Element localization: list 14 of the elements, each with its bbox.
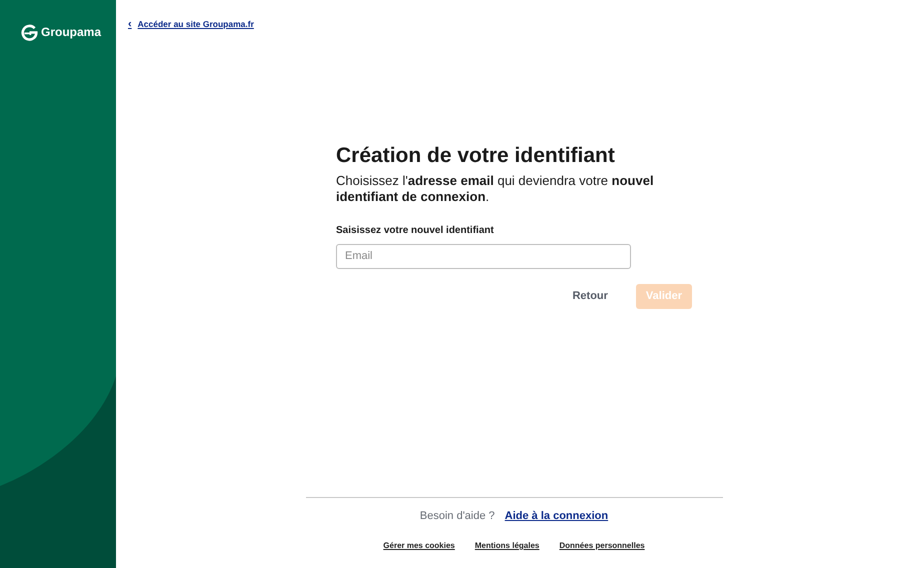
- page-title: Création de votre identifiant: [336, 142, 616, 168]
- field-label: Saisissez votre nouvel identifiant: [336, 224, 495, 238]
- help-link[interactable]: Aide à la connexion: [504, 508, 608, 524]
- description: Choisissez l'adresse email qui deviendra votre nouvel identifiant de connexion.: [336, 172, 655, 204]
- back-button[interactable]: Retour: [562, 284, 618, 308]
- logo-text: Groupama: [41, 24, 102, 41]
- footer-link[interactable]: Données personnelles: [559, 540, 645, 552]
- logo-icon: [21, 24, 38, 40]
- help-text: Besoin d'aide ?: [420, 508, 495, 524]
- footer-link[interactable]: Mentions légales: [474, 540, 540, 552]
- footer-link[interactable]: Gérer mes cookies: [383, 540, 455, 552]
- email-field[interactable]: Email: [336, 244, 631, 268]
- chevron-icon: ‹: [128, 16, 132, 32]
- back-link[interactable]: ‹ Accéder au site Groupama.fr: [128, 16, 254, 32]
